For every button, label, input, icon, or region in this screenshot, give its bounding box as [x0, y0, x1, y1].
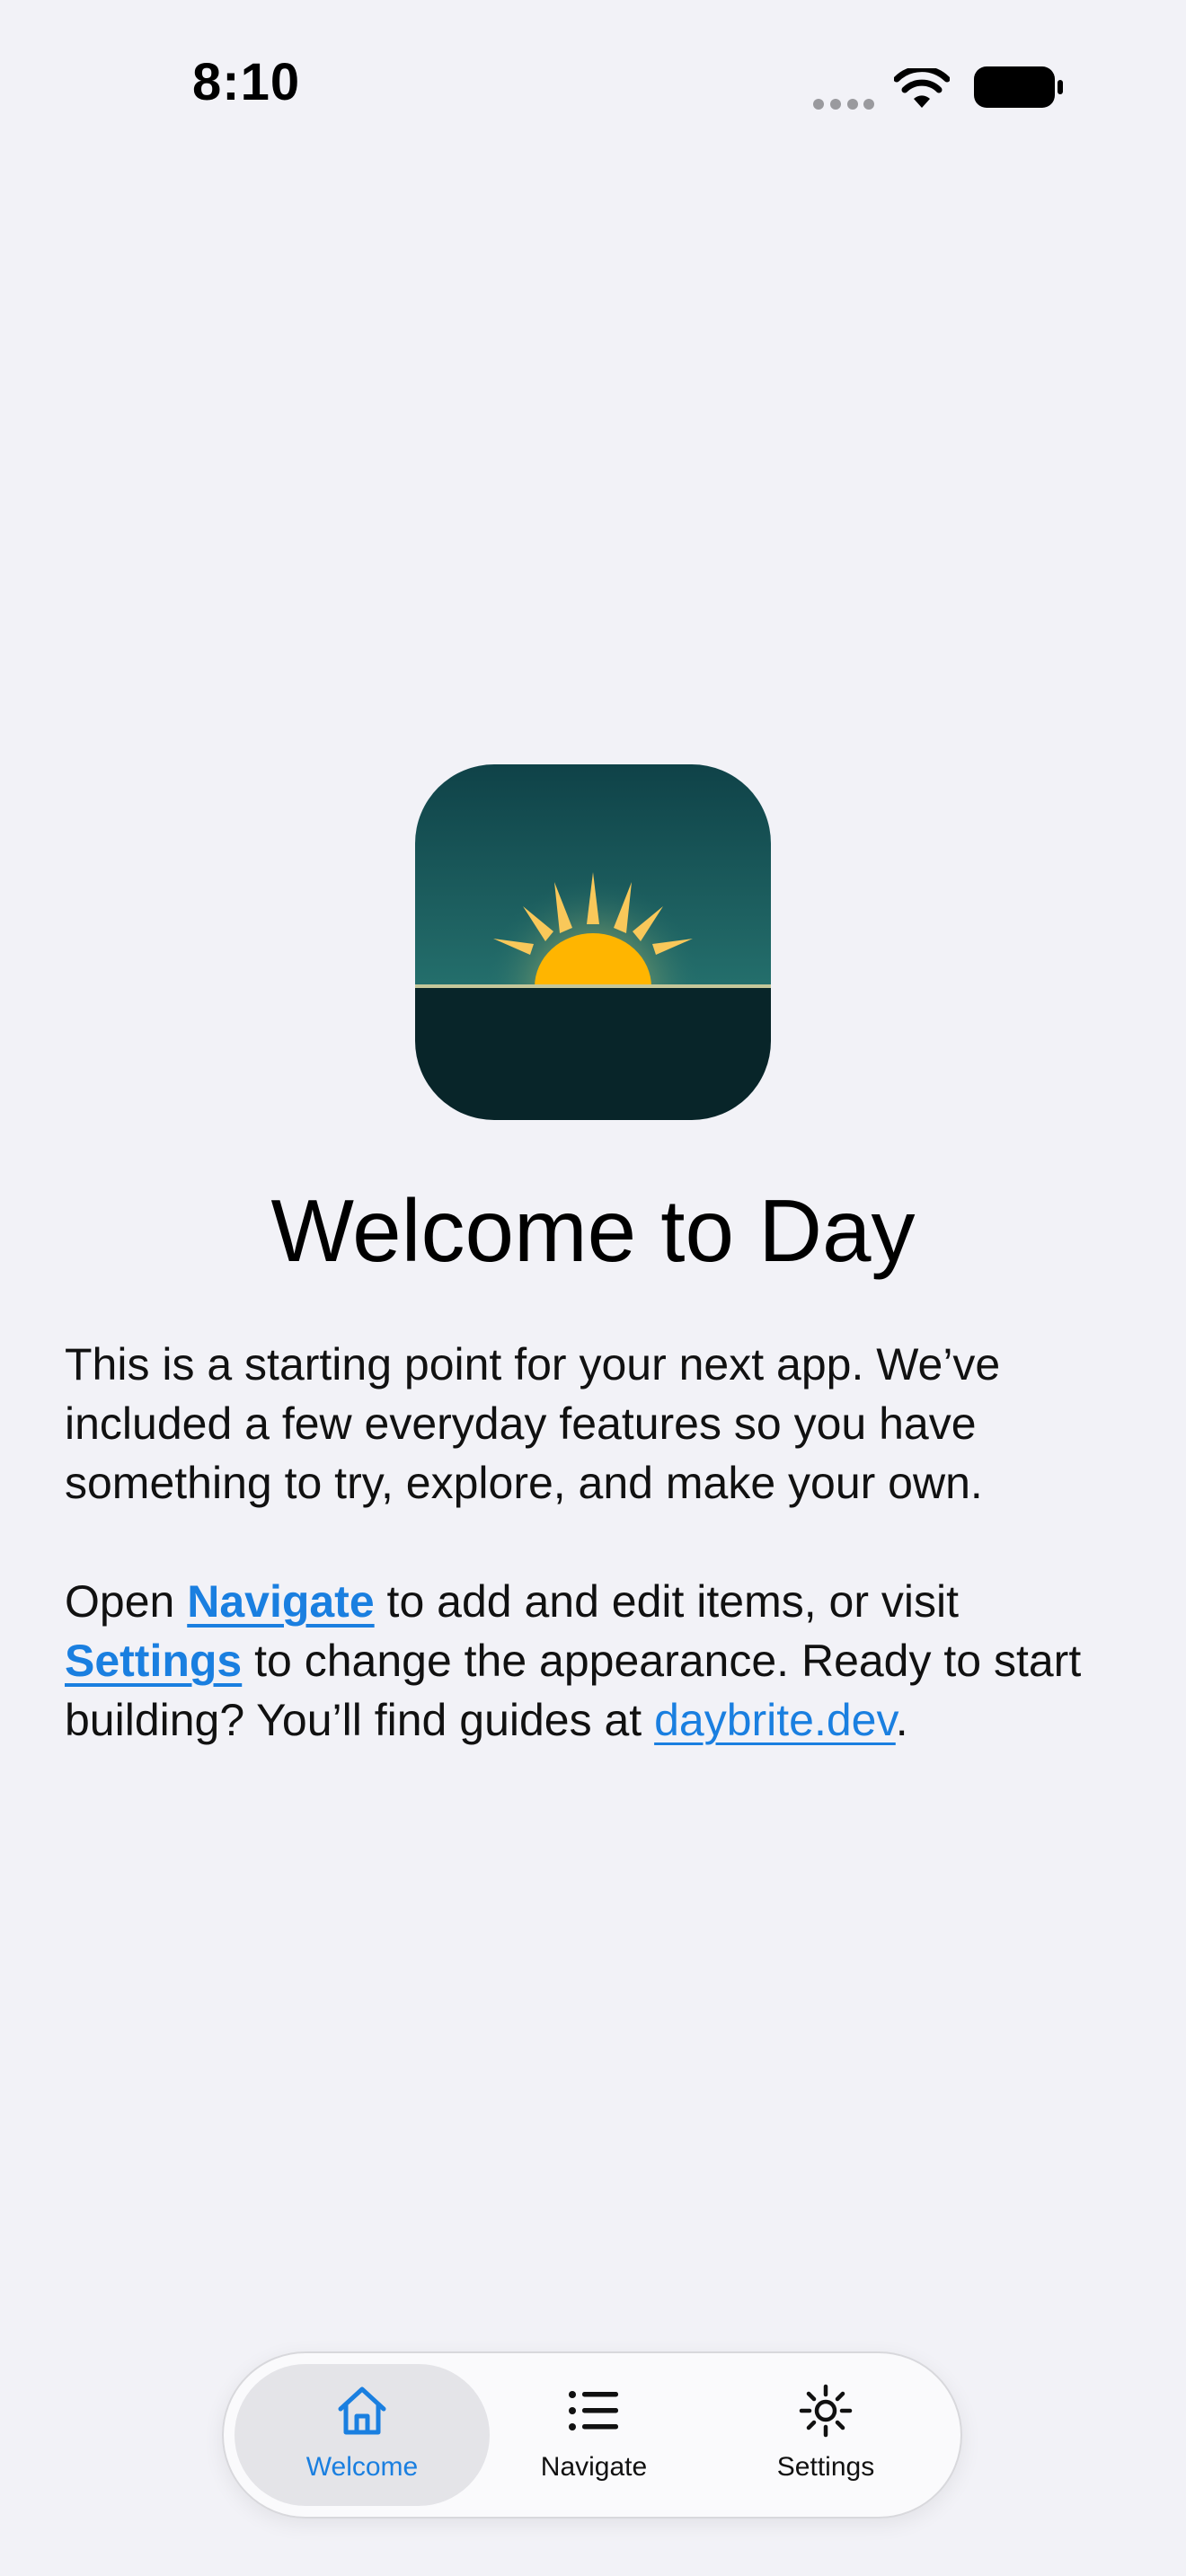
- period-text: .: [895, 1695, 908, 1745]
- sun-icon: [799, 2384, 853, 2438]
- tab-settings-label: Settings: [776, 2452, 875, 2482]
- house-icon: [338, 2386, 386, 2435]
- status-bar: 8:10: [0, 0, 1186, 171]
- sunrise-app-icon: [415, 764, 771, 1120]
- battery-icon: [974, 66, 1063, 108]
- tab-welcome-label: Welcome: [305, 2452, 419, 2482]
- welcome-body: This is a starting point for your next a…: [65, 1335, 1134, 1750]
- tab-bar: Welcome Navigate Settings: [222, 2351, 962, 2519]
- middle-text: to add and edit items, or visit: [374, 1576, 959, 1627]
- intro-paragraph: This is a starting point for your next a…: [65, 1339, 1001, 1508]
- guide-paragraph: Open Navigate to add and edit items, or …: [65, 1572, 1134, 1750]
- daybrite-link[interactable]: daybrite.dev: [654, 1695, 896, 1745]
- wifi-icon: [894, 68, 950, 108]
- tab-navigate[interactable]: Navigate: [466, 2364, 721, 2506]
- welcome-title: Welcome to Day: [270, 1181, 916, 1280]
- signal-dots-icon: [813, 99, 874, 110]
- status-time: 8:10: [192, 53, 301, 111]
- tab-navigate-label: Navigate: [540, 2452, 648, 2482]
- settings-link[interactable]: Settings: [65, 1636, 242, 1686]
- tab-settings[interactable]: Settings: [698, 2364, 953, 2506]
- tab-welcome[interactable]: Welcome: [235, 2364, 490, 2506]
- navigate-link[interactable]: Navigate: [187, 1576, 374, 1627]
- open-text: Open: [65, 1576, 188, 1627]
- list-icon: [569, 2391, 618, 2430]
